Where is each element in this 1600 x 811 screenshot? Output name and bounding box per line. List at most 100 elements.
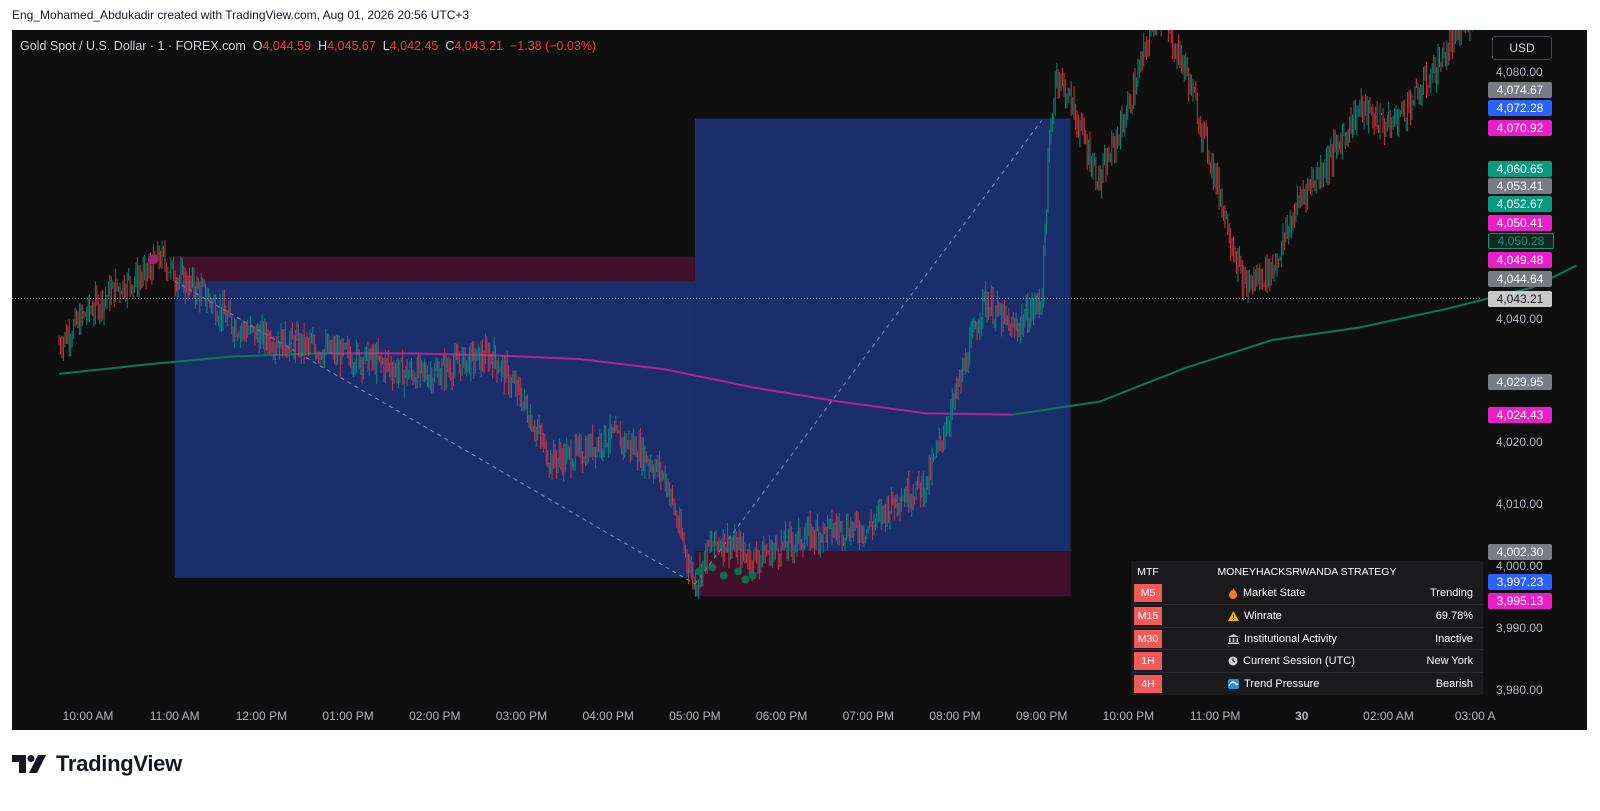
x-axis-tick-6: 04:00 PM bbox=[582, 709, 634, 723]
price-tag-14: 3,997.23 bbox=[1488, 574, 1552, 590]
y-axis-tick-0: 4,080.00 bbox=[1496, 65, 1543, 79]
x-axis-tick-0: 10:00 AM bbox=[62, 709, 114, 723]
symbol-ohlc-header: Gold Spot / U.S. Dollar · 1 · FOREX.com … bbox=[20, 39, 596, 53]
y-axis-tick-1: 4,040.00 bbox=[1496, 312, 1543, 326]
chart-caption: Eng_Mohamed_Abdukadir created with Tradi… bbox=[12, 8, 470, 22]
bank-icon bbox=[1228, 633, 1239, 644]
x-axis-tick-13: 11:00 PM bbox=[1189, 709, 1241, 723]
mtf-metric: Winrate bbox=[1162, 610, 1413, 622]
wave-icon bbox=[1228, 678, 1239, 689]
mtf-metric-label: Market State bbox=[1243, 587, 1306, 600]
open-label: O bbox=[252, 39, 263, 53]
mtf-metric-label: Trend Pressure bbox=[1244, 677, 1320, 690]
tradingview-brand[interactable]: TradingView bbox=[12, 751, 182, 777]
x-axis-tick-11: 09:00 PM bbox=[1016, 709, 1068, 723]
x-axis-tick-4: 02:00 PM bbox=[409, 709, 461, 723]
price-tag-12: 4,024.43 bbox=[1488, 407, 1552, 423]
high-label: H bbox=[318, 39, 328, 53]
mtf-metric-label: Institutional Activity bbox=[1244, 632, 1337, 645]
mtf-metric: Current Session (UTC) bbox=[1162, 655, 1413, 667]
price-tag-15: 3,995.13 bbox=[1488, 593, 1552, 609]
price-tag-4: 4,053.41 bbox=[1488, 178, 1552, 194]
y-axis-tick-6: 3,980.00 bbox=[1496, 683, 1543, 697]
tradingview-logo-icon bbox=[12, 755, 46, 773]
price-tag-0: 4,074.67 bbox=[1488, 82, 1552, 98]
x-axis-tick-5: 03:00 PM bbox=[495, 709, 548, 723]
x-axis-tick-7: 05:00 PM bbox=[669, 709, 721, 723]
price-tag-11: 4,029.95 bbox=[1488, 374, 1552, 390]
clock-icon bbox=[1228, 656, 1238, 666]
price-tag-6: 4,050.41 bbox=[1488, 215, 1552, 231]
mtf-metric-value: Inactive bbox=[1435, 632, 1473, 645]
mtf-metric-label: Winrate bbox=[1244, 609, 1282, 622]
y-axis-tick-3: 4,010.00 bbox=[1496, 497, 1543, 511]
chart-area[interactable]: Gold Spot / U.S. Dollar · 1 · FOREX.com … bbox=[12, 30, 1587, 730]
price-tag-1: 4,072.28 bbox=[1488, 100, 1552, 116]
mtf-metric: Trend Pressure bbox=[1162, 678, 1413, 690]
x-axis-tick-16: 03:00 A bbox=[1454, 709, 1496, 723]
mtf-timeframe: 4H bbox=[1134, 674, 1162, 693]
y-axis-tick-4: 4,000.00 bbox=[1496, 559, 1543, 573]
buy-signal-dot-4 bbox=[741, 575, 750, 584]
symbol-name[interactable]: Gold Spot / U.S. Dollar · 1 · FOREX.com bbox=[20, 39, 246, 53]
mtf-metric: Institutional Activity bbox=[1162, 633, 1413, 645]
x-axis-tick-12: 10:00 PM bbox=[1102, 709, 1155, 723]
sell-signal-dot bbox=[148, 254, 159, 265]
mtf-header-row: MTF MONEYHACKSRWANDA STRATEGY bbox=[1131, 561, 1483, 583]
mtf-metric: Market State bbox=[1162, 587, 1413, 599]
change-value: −1.38 (−0.03%) bbox=[509, 39, 597, 53]
x-axis-tick-1: 11:00 AM bbox=[149, 709, 200, 723]
x-axis-tick-8: 06:00 PM bbox=[755, 709, 808, 723]
mtf-metric-value: 69.78% bbox=[1435, 609, 1473, 622]
brand-text: TradingView bbox=[56, 751, 182, 776]
open-value: 4,044.59 bbox=[262, 39, 312, 53]
low-label: L bbox=[382, 39, 390, 53]
high-value: 4,045.67 bbox=[327, 39, 376, 53]
mtf-timeframe: M5 bbox=[1134, 584, 1162, 603]
mtf-row-4h: 4H Trend Pressure Bearish bbox=[1131, 671, 1483, 695]
price-tag-9: 4,044.64 bbox=[1488, 271, 1552, 287]
x-axis-tick-14: 30 bbox=[1295, 709, 1309, 723]
x-axis-tick-2: 12:00 PM bbox=[235, 709, 288, 723]
buy-signal-dot-0 bbox=[695, 567, 704, 576]
fire-icon bbox=[1228, 587, 1238, 599]
close-value: 4,043.21 bbox=[454, 39, 504, 53]
mtf-row-m5: M5 Market State Trending bbox=[1131, 583, 1483, 605]
warning-icon bbox=[1228, 610, 1239, 621]
mtf-metric-value: New York bbox=[1426, 655, 1473, 668]
buy-signal-dot-5 bbox=[748, 571, 757, 580]
price-tag-5: 4,052.67 bbox=[1488, 196, 1552, 212]
x-axis-tick-10: 08:00 PM bbox=[929, 709, 981, 723]
buy-signal-dot-3 bbox=[734, 567, 743, 576]
close-label: C bbox=[445, 39, 455, 53]
x-axis-tick-3: 01:00 PM bbox=[322, 709, 374, 723]
mtf-strategy-table: MTF MONEYHACKSRWANDA STRATEGY M5 Market S… bbox=[1131, 561, 1483, 695]
mtf-timeframe: M30 bbox=[1134, 629, 1162, 648]
stop-zone-1 bbox=[174, 256, 695, 282]
mtf-metric-value: Trending bbox=[1429, 587, 1473, 600]
mtf-header-title: MONEYHACKSRWANDA STRATEGY bbox=[1217, 565, 1397, 578]
price-tag-7: 4,050.28 bbox=[1488, 233, 1554, 249]
mtf-row-m15: M15 Winrate 69.78% bbox=[1131, 604, 1483, 627]
mtf-metric-value: Bearish bbox=[1435, 677, 1473, 690]
price-tag-2: 4,070.92 bbox=[1488, 120, 1552, 136]
price-tag-10: 4,043.21 bbox=[1488, 291, 1552, 307]
mtf-metric-label: Current Session (UTC) bbox=[1243, 655, 1355, 668]
y-axis-tick-5: 3,990.00 bbox=[1496, 621, 1543, 635]
mtf-row-1h: 1H Current Session (UTC) New York bbox=[1131, 649, 1483, 672]
price-tag-3: 4,060.65 bbox=[1488, 161, 1552, 177]
mtf-timeframe: 1H bbox=[1134, 652, 1162, 671]
currency-button[interactable]: USD bbox=[1492, 36, 1552, 60]
low-value: 4,042.45 bbox=[389, 39, 439, 53]
ma-line-green-right bbox=[1012, 264, 1577, 416]
mtf-timeframe: M15 bbox=[1134, 606, 1162, 625]
buy-signal-dot-2 bbox=[719, 571, 728, 580]
price-tag-8: 4,049.48 bbox=[1488, 252, 1552, 268]
mtf-header-left: MTF bbox=[1137, 565, 1159, 578]
x-axis-tick-15: 02:00 AM bbox=[1363, 709, 1414, 723]
price-tag-13: 4,002.30 bbox=[1488, 544, 1552, 560]
y-axis-tick-2: 4,020.00 bbox=[1496, 435, 1543, 449]
x-axis-tick-9: 07:00 PM bbox=[842, 709, 894, 723]
buy-signal-dot-1 bbox=[708, 563, 717, 572]
mtf-row-m30: M30 Institutional Activity Inactive bbox=[1131, 626, 1483, 650]
